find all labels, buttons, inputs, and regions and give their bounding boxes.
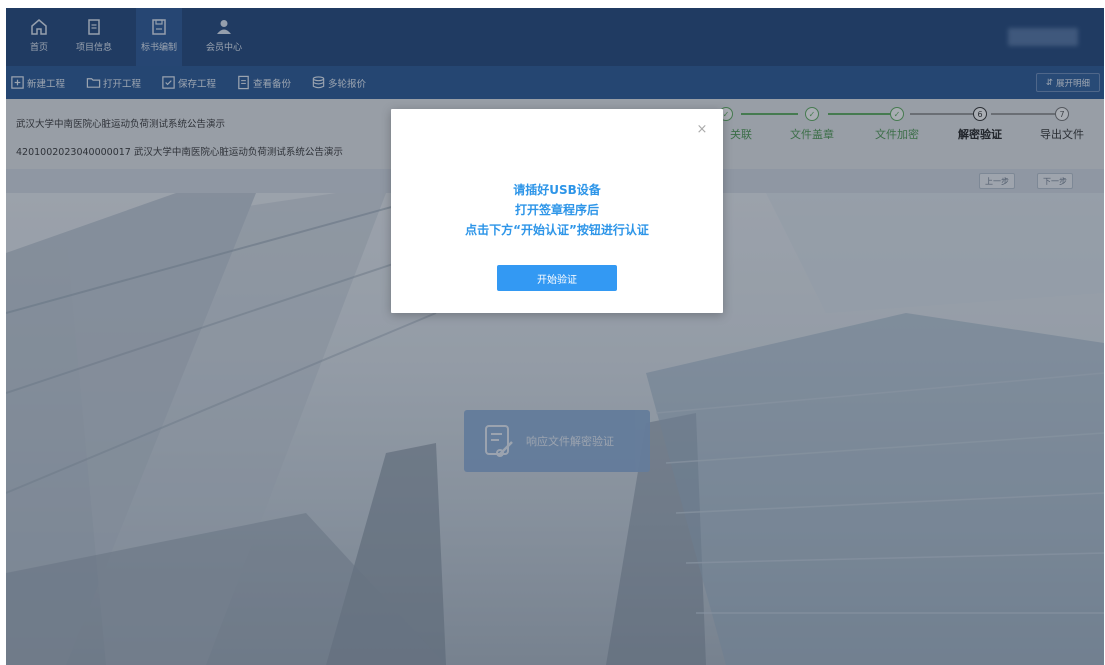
- app-window: 首页 项目信息 标书编制 会员中心 新建工程 打开工程 保存工程 查看备份 多轮…: [6, 8, 1104, 665]
- usb-verify-dialog: × 请插好USB设备 打开签章程序后 点击下方“开始认证”按钮进行认证 开始验证: [391, 109, 723, 313]
- dialog-line-open-sign-program: 打开签章程序后: [514, 203, 599, 217]
- dialog-line-click-start: 点击下方“开始认证”按钮进行认证: [465, 223, 649, 237]
- dialog-message: 请插好USB设备 打开签章程序后 点击下方“开始认证”按钮进行认证: [391, 180, 723, 240]
- dialog-line-insert-usb: 请插好USB设备: [513, 183, 601, 197]
- start-verify-button[interactable]: 开始验证: [497, 265, 617, 291]
- modal-backdrop[interactable]: [6, 8, 1104, 665]
- close-icon[interactable]: ×: [695, 123, 709, 137]
